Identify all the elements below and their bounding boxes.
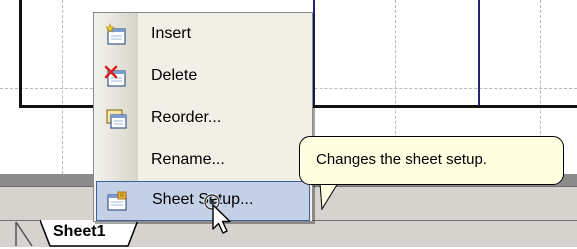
page-division-line xyxy=(478,0,480,108)
sheet-tab-label: Sheet1 xyxy=(53,223,106,240)
menu-item-delete[interactable]: Delete xyxy=(94,57,312,97)
reorder-sheets-icon xyxy=(106,109,127,129)
menu-item-label: Reorder... xyxy=(151,109,222,126)
mouse-pointer-icon xyxy=(203,193,231,234)
tab-scroll-corner-icon xyxy=(15,222,33,246)
menu-item-label: Insert xyxy=(151,25,192,42)
sheet-context-menu: Insert Delete Reorder... Rename... Sheet… xyxy=(93,12,313,222)
page-border-left xyxy=(19,0,22,108)
menu-item-label: Rename... xyxy=(151,151,225,168)
insert-sheet-icon xyxy=(105,23,126,45)
menu-item-rename[interactable]: Rename... xyxy=(94,141,312,181)
delete-sheet-icon xyxy=(104,65,126,87)
menu-item-insert[interactable]: Insert xyxy=(94,15,312,55)
sheet-setup-icon xyxy=(107,191,127,211)
tooltip-tail xyxy=(319,183,339,211)
menu-item-reorder[interactable]: Reorder... xyxy=(94,99,312,139)
menu-item-label: Delete xyxy=(151,67,198,84)
tooltip: Changes the sheet setup. xyxy=(299,136,564,185)
grid-line xyxy=(62,0,63,174)
tooltip-text: Changes the sheet setup. xyxy=(316,151,487,168)
page-division-line xyxy=(313,0,315,108)
